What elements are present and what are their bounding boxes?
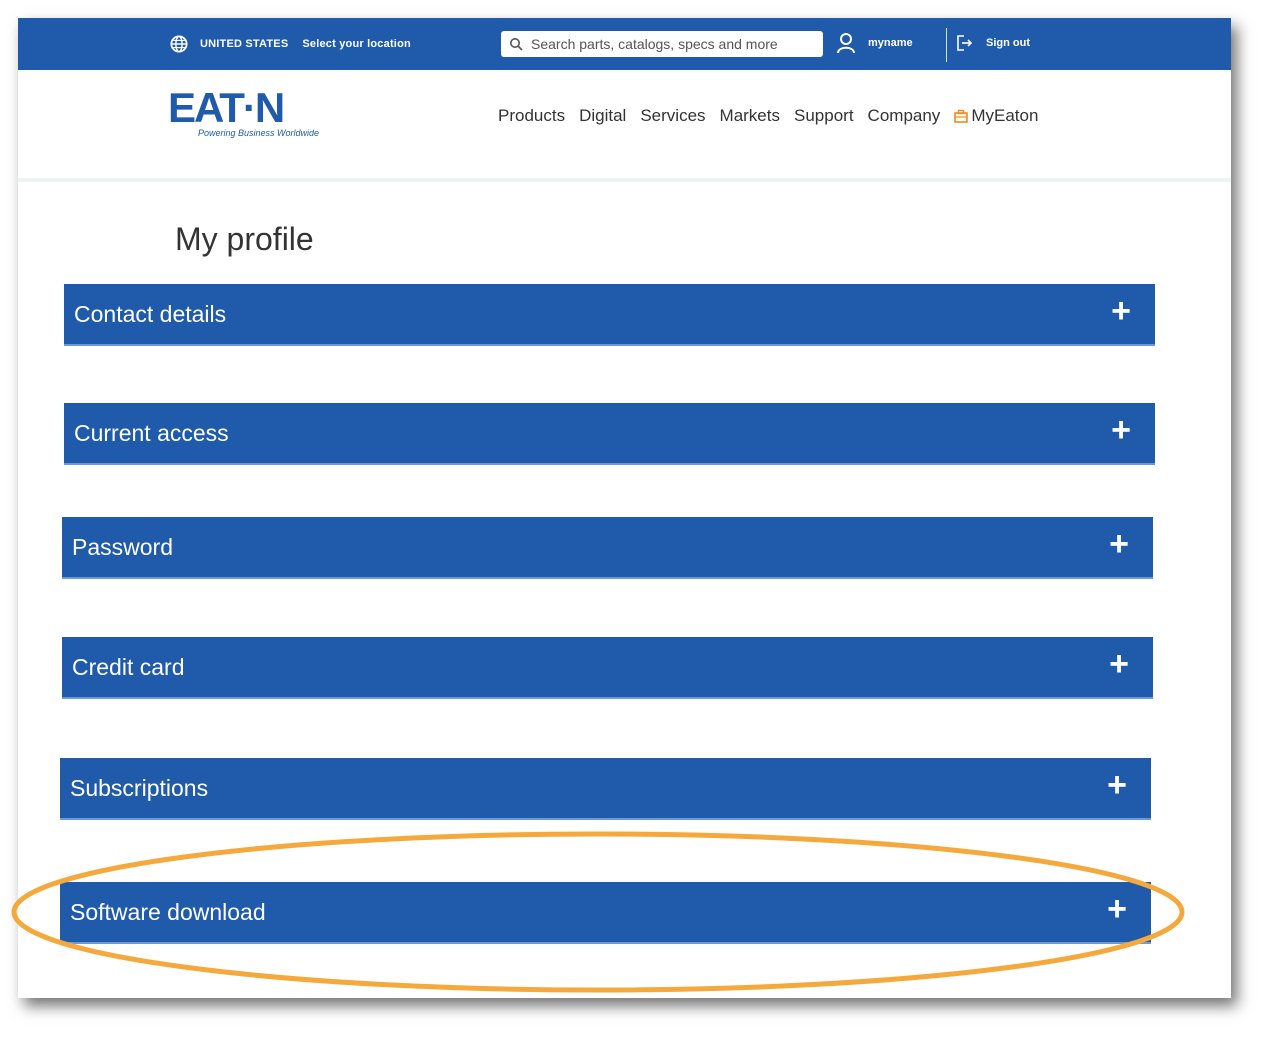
sign-out-icon xyxy=(957,35,973,51)
location-selector[interactable]: UNITED STATES Select your location xyxy=(170,35,411,53)
plus-icon[interactable]: + xyxy=(1107,892,1127,926)
country-label: UNITED STATES xyxy=(200,38,289,50)
accordion-software-download[interactable]: Software download + xyxy=(60,882,1151,942)
logo-tagline: Powering Business Worldwide xyxy=(198,128,320,138)
globe-icon xyxy=(170,35,188,53)
accordion-contact-details[interactable]: Contact details + xyxy=(64,284,1155,344)
search-input[interactable] xyxy=(529,35,813,53)
plus-icon[interactable]: + xyxy=(1111,413,1131,447)
nav-myeaton-label[interactable]: MyEaton xyxy=(971,106,1038,126)
main-header: EAT·N Powering Business Worldwide Produc… xyxy=(18,70,1231,182)
nav-digital[interactable]: Digital xyxy=(579,106,626,126)
accordion-subscriptions[interactable]: Subscriptions + xyxy=(60,758,1151,818)
accordion-password[interactable]: Password + xyxy=(62,517,1153,577)
plus-icon[interactable]: + xyxy=(1109,527,1129,561)
nav-markets[interactable]: Markets xyxy=(720,106,780,126)
nav-support[interactable]: Support xyxy=(794,106,854,126)
nav-myeaton[interactable]: MyEaton xyxy=(954,106,1038,126)
topbar-divider xyxy=(946,28,947,62)
user-icon xyxy=(837,33,855,54)
sign-out-button[interactable]: Sign out xyxy=(956,34,1030,52)
nav-company[interactable]: Company xyxy=(868,106,941,126)
search-icon xyxy=(510,38,523,51)
plus-icon[interactable]: + xyxy=(1107,768,1127,802)
accordion-credit-card[interactable]: Credit card + xyxy=(62,637,1153,697)
accordion-current-access[interactable]: Current access + xyxy=(64,403,1155,463)
sign-out-label[interactable]: Sign out xyxy=(986,37,1030,49)
browser-page: UNITED STATES Select your location mynam… xyxy=(18,18,1231,998)
accordion-label: Password xyxy=(72,533,173,560)
user-account[interactable]: myname xyxy=(836,32,913,54)
nav-services[interactable]: Services xyxy=(640,106,705,126)
main-nav: Products Digital Services Markets Suppor… xyxy=(498,106,1038,126)
plus-icon[interactable]: + xyxy=(1111,294,1131,328)
plus-icon[interactable]: + xyxy=(1109,647,1129,681)
accordion-label: Software download xyxy=(70,898,266,925)
username-label[interactable]: myname xyxy=(868,37,913,49)
search-box[interactable] xyxy=(501,31,823,57)
accordion-label: Contact details xyxy=(74,300,227,327)
page-title: My profile xyxy=(175,221,314,257)
eaton-logo[interactable]: EAT·N Powering Business Worldwide xyxy=(168,84,319,139)
utility-bar: UNITED STATES Select your location mynam… xyxy=(18,18,1231,70)
briefcase-icon xyxy=(954,109,969,123)
accordion-label: Credit card xyxy=(72,653,185,680)
accordion-label: Subscriptions xyxy=(70,774,209,801)
logo-wordmark: EAT·N xyxy=(168,84,285,131)
nav-products[interactable]: Products xyxy=(498,106,565,126)
accordion-label: Current access xyxy=(74,419,229,446)
select-location-link[interactable]: Select your location xyxy=(302,38,411,50)
